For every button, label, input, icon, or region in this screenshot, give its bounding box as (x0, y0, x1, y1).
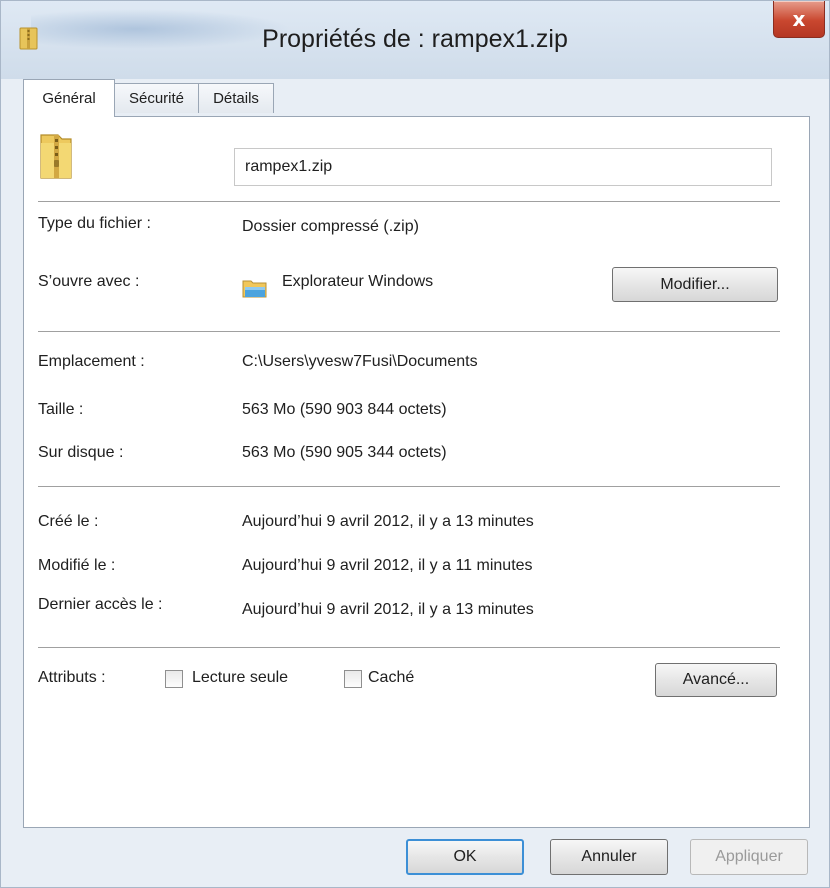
location-label: Emplacement : (38, 353, 145, 370)
hidden-label[interactable]: Caché (368, 669, 414, 687)
title-bar[interactable]: Propriétés de : rampex1.zip x (1, 1, 829, 79)
change-button[interactable]: Modifier... (612, 267, 778, 302)
zip-folder-icon (40, 134, 72, 179)
ok-button[interactable]: OK (406, 839, 524, 875)
disk-size-label: Sur disque : (38, 444, 124, 461)
divider (38, 331, 780, 332)
file-name-input[interactable] (234, 148, 772, 186)
modified-value: Aujourd’hui 9 avril 2012, il y a 11 minu… (242, 557, 533, 574)
attributes-label: Attributs : (38, 669, 106, 686)
disk-size-value: 563 Mo (590 905 344 octets) (242, 444, 447, 461)
advanced-button[interactable]: Avancé... (655, 663, 777, 697)
close-icon: x (792, 7, 806, 31)
cancel-button[interactable]: Annuler (550, 839, 668, 875)
tab-security[interactable]: Sécurité (114, 83, 199, 113)
created-label: Créé le : (38, 513, 99, 530)
file-type-value: Dossier compressé (.zip) (242, 218, 419, 235)
size-value: 563 Mo (590 903 844 octets) (242, 401, 447, 418)
modified-label: Modifié le : (38, 557, 116, 574)
accessed-value: Aujourd’hui 9 avril 2012, il y a 13 minu… (242, 601, 534, 618)
created-value: Aujourd’hui 9 avril 2012, il y a 13 minu… (242, 513, 534, 530)
divider (38, 201, 780, 202)
divider (38, 647, 780, 648)
general-panel: Type du fichier : Dossier compressé (.zi… (23, 116, 810, 828)
properties-dialog: Propriétés de : rampex1.zip x Général Sé… (0, 0, 830, 888)
readonly-checkbox[interactable] (165, 670, 183, 688)
close-button[interactable]: x (773, 1, 825, 38)
hidden-checkbox[interactable] (344, 670, 362, 688)
divider (38, 486, 780, 487)
readonly-label[interactable]: Lecture seule (192, 669, 288, 687)
location-value: C:\Users\yvesw7Fusi\Documents (242, 353, 478, 370)
size-label: Taille : (38, 401, 84, 418)
window-title: Propriétés de : rampex1.zip (262, 25, 568, 53)
file-type-label: Type du fichier : (38, 215, 151, 232)
tab-details[interactable]: Détails (198, 83, 274, 113)
apply-button[interactable]: Appliquer (690, 839, 808, 875)
opens-with-label: S’ouvre avec : (38, 273, 140, 290)
opens-with-app: Explorateur Windows (282, 273, 434, 290)
accessed-label: Dernier accès le : (38, 596, 163, 613)
explorer-folder-icon (242, 280, 267, 298)
tab-general[interactable]: Général (23, 79, 115, 117)
